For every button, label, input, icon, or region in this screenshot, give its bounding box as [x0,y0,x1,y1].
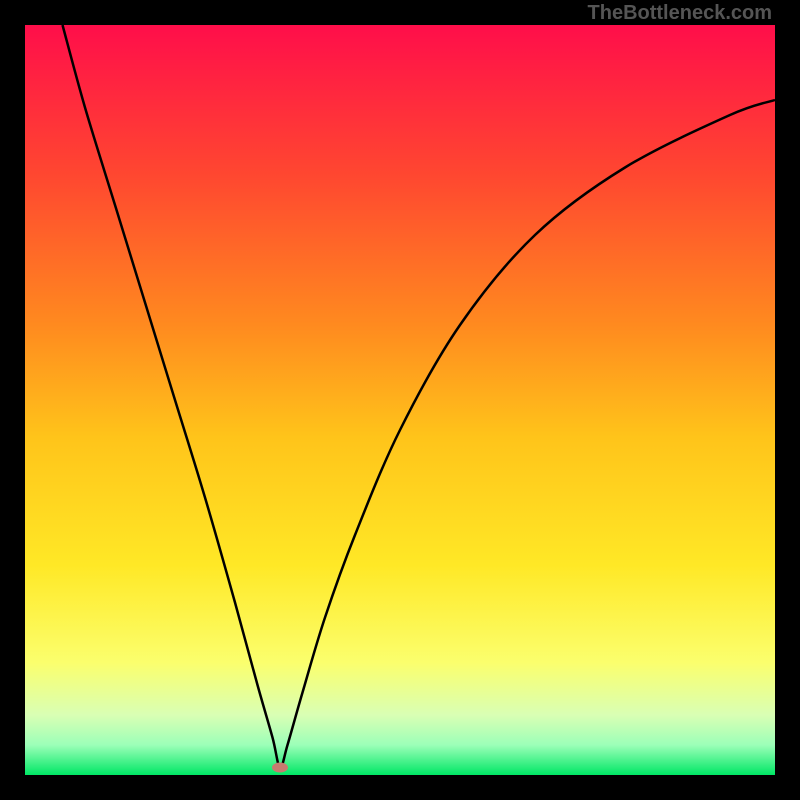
bottleneck-chart [0,0,800,800]
plot-area [25,25,775,775]
attribution-text: TheBottleneck.com [588,2,772,25]
minimum-marker [272,763,288,773]
